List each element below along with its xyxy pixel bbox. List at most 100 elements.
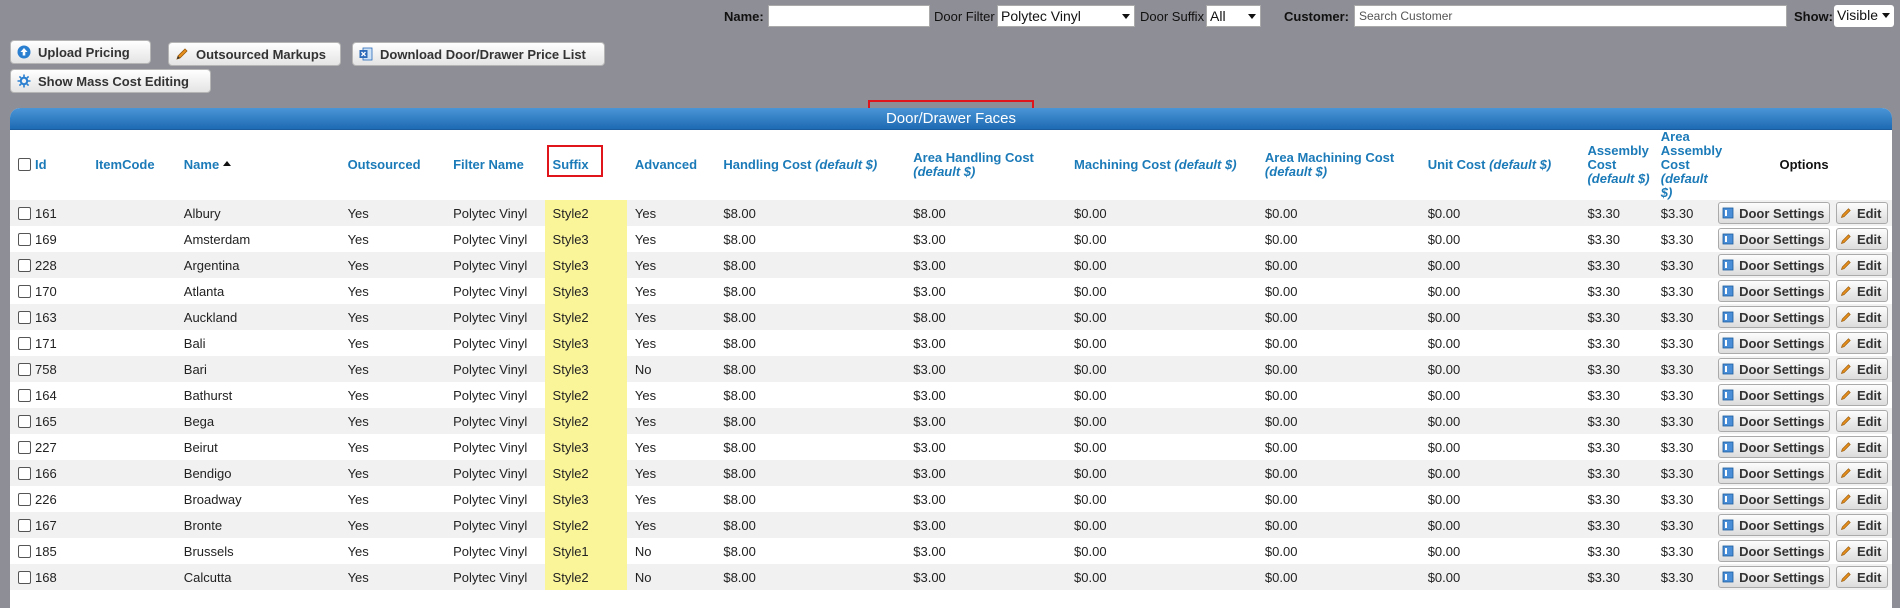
cell-options: Door Settings Edit xyxy=(1716,434,1892,460)
customer-search-input[interactable]: Search Customer xyxy=(1354,5,1787,27)
cell-itemcode xyxy=(87,226,176,252)
row-checkbox[interactable] xyxy=(18,232,31,246)
cell-advanced: No xyxy=(626,356,716,382)
chevron-down-icon xyxy=(1122,14,1130,19)
col-itemcode[interactable]: ItemCode xyxy=(87,130,175,200)
edit-button[interactable]: Edit xyxy=(1835,514,1888,536)
cell-unit: $0.00 xyxy=(1419,226,1580,252)
door-settings-button[interactable]: Door Settings xyxy=(1718,332,1831,354)
edit-button[interactable]: Edit xyxy=(1835,332,1888,354)
door-settings-button[interactable]: Door Settings xyxy=(1718,254,1831,276)
row-checkbox[interactable] xyxy=(18,284,31,298)
door-settings-button[interactable]: Door Settings xyxy=(1718,280,1831,302)
door-settings-button[interactable]: Door Settings xyxy=(1718,514,1831,536)
edit-button[interactable]: Edit xyxy=(1835,410,1888,432)
door-settings-button[interactable]: Door Settings xyxy=(1718,540,1831,562)
row-checkbox[interactable] xyxy=(18,258,31,272)
cell-assembly: $3.30 xyxy=(1579,382,1653,408)
cell-area-machining: $0.00 xyxy=(1256,408,1420,434)
table-row: 226 Broadway Yes Polytec Vinyl Style3 Yes $8.0… xyxy=(10,486,1892,512)
cell-assembly: $3.30 xyxy=(1579,564,1653,590)
table-row: 185 Brussels Yes Polytec Vinyl Style1 No $8.00… xyxy=(10,538,1892,564)
door-settings-button[interactable]: Door Settings xyxy=(1718,566,1831,588)
row-checkbox[interactable] xyxy=(18,414,31,428)
edit-button[interactable]: Edit xyxy=(1835,202,1888,224)
select-all-checkbox[interactable] xyxy=(18,158,31,171)
cell-handling: $8.00 xyxy=(715,382,906,408)
customer-label: Customer: xyxy=(1284,9,1350,24)
col-area-assembly-cost[interactable]: Area Assembly Cost (default $) xyxy=(1653,130,1722,200)
chevron-down-icon xyxy=(1248,14,1256,19)
pencil-icon xyxy=(1840,493,1852,505)
row-checkbox[interactable] xyxy=(18,544,31,558)
col-handling-cost[interactable]: Handling Cost (default $) xyxy=(715,130,905,200)
edit-button[interactable]: Edit xyxy=(1835,254,1888,276)
col-filter-name[interactable]: Filter Name xyxy=(445,130,544,200)
row-checkbox[interactable] xyxy=(18,388,31,402)
col-outsourced[interactable]: Outsourced xyxy=(340,130,446,200)
edit-button[interactable]: Edit xyxy=(1835,488,1888,510)
col-unit-cost[interactable]: Unit Cost (default $) xyxy=(1420,130,1580,200)
cell-handling: $8.00 xyxy=(715,304,906,330)
edit-button[interactable]: Edit xyxy=(1835,436,1888,458)
row-checkbox[interactable] xyxy=(18,310,31,324)
cell-options: Door Settings Edit xyxy=(1716,512,1892,538)
row-checkbox[interactable] xyxy=(18,492,31,506)
row-checkbox[interactable] xyxy=(18,206,31,220)
col-area-handling-cost[interactable]: Area Handling Cost (default $) xyxy=(905,130,1066,200)
cell-advanced: Yes xyxy=(626,460,716,486)
edit-button[interactable]: Edit xyxy=(1835,280,1888,302)
cell-name: Bari xyxy=(175,356,340,382)
mass-cost-editing-button[interactable]: Show Mass Cost Editing xyxy=(10,69,211,93)
door-settings-button[interactable]: Door Settings xyxy=(1718,358,1831,380)
door-suffix-label: Door Suffix xyxy=(1140,9,1205,24)
col-machining-cost[interactable]: Machining Cost (default $) xyxy=(1066,130,1257,200)
cell-filter: Polytec Vinyl xyxy=(445,382,545,408)
door-settings-button[interactable]: Door Settings xyxy=(1718,436,1831,458)
edit-button[interactable]: Edit xyxy=(1835,540,1888,562)
door-settings-button[interactable]: Door Settings xyxy=(1718,228,1831,250)
door-settings-button[interactable]: Door Settings xyxy=(1718,488,1831,510)
cell-handling: $8.00 xyxy=(715,564,906,590)
col-name[interactable]: Name xyxy=(176,130,340,200)
cell-area-assembly: $3.30 xyxy=(1652,382,1717,408)
cell-handling: $8.00 xyxy=(715,278,906,304)
row-checkbox[interactable] xyxy=(18,336,31,350)
edit-button[interactable]: Edit xyxy=(1835,228,1888,250)
table-row: 168 Calcutta Yes Polytec Vinyl Style2 No $8.00… xyxy=(10,564,1892,590)
col-area-machining-cost[interactable]: Area Machining Cost (default $) xyxy=(1257,130,1420,200)
cell-area-handling: $3.00 xyxy=(905,330,1067,356)
cell-handling: $8.00 xyxy=(715,512,906,538)
door-settings-button[interactable]: Door Settings xyxy=(1718,384,1831,406)
edit-button[interactable]: Edit xyxy=(1835,462,1888,484)
row-checkbox[interactable] xyxy=(18,362,31,376)
edit-button[interactable]: Edit xyxy=(1835,566,1888,588)
door-settings-button[interactable]: Door Settings xyxy=(1718,462,1831,484)
col-options: Options xyxy=(1779,157,1829,172)
cell-filter: Polytec Vinyl xyxy=(445,564,545,590)
outsourced-markups-button[interactable]: Outsourced Markups xyxy=(168,42,341,66)
col-assembly-cost[interactable]: Assembly Cost (default $) xyxy=(1579,130,1652,200)
col-advanced[interactable]: Advanced xyxy=(627,130,715,200)
edit-button[interactable]: Edit xyxy=(1835,384,1888,406)
download-price-list-button[interactable]: Download Door/Drawer Price List xyxy=(352,42,605,66)
row-checkbox[interactable] xyxy=(18,466,31,480)
door-settings-button[interactable]: Door Settings xyxy=(1718,306,1831,328)
upload-pricing-button[interactable]: Upload Pricing xyxy=(10,40,151,64)
row-checkbox[interactable] xyxy=(18,570,31,584)
door-settings-button[interactable]: Door Settings xyxy=(1718,410,1831,432)
edit-button[interactable]: Edit xyxy=(1835,306,1888,328)
col-id[interactable]: Id xyxy=(10,130,87,200)
row-checkbox[interactable] xyxy=(18,440,31,454)
door-settings-button[interactable]: Door Settings xyxy=(1718,202,1831,224)
door-suffix-select[interactable]: All xyxy=(1206,5,1261,27)
cell-id: 227 xyxy=(10,434,88,460)
edit-button[interactable]: Edit xyxy=(1835,358,1888,380)
col-suffix[interactable]: Suffix xyxy=(545,130,627,200)
name-filter-input[interactable] xyxy=(768,5,930,27)
door-filter-select[interactable]: Polytec Vinyl xyxy=(997,5,1135,27)
row-checkbox[interactable] xyxy=(18,518,31,532)
show-select[interactable]: Visible xyxy=(1834,5,1894,27)
cell-assembly: $3.30 xyxy=(1579,434,1653,460)
cell-area-machining: $0.00 xyxy=(1256,330,1420,356)
